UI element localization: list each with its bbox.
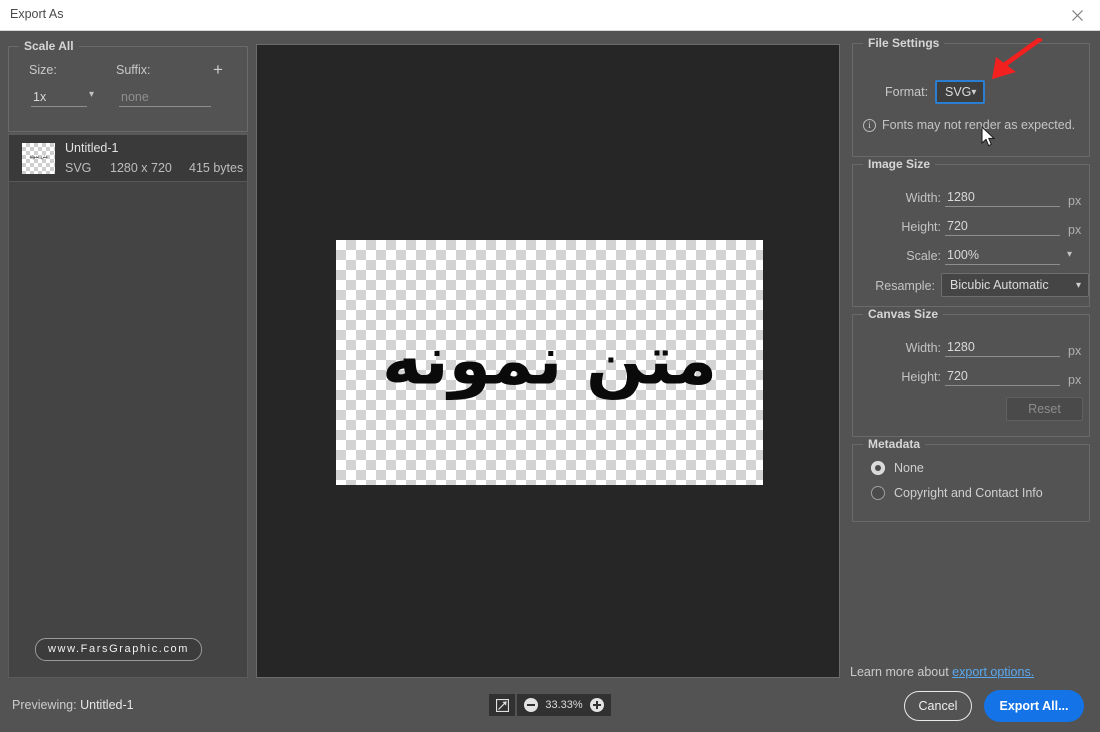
image-scale-label: Scale: bbox=[906, 249, 941, 263]
format-value: SVG bbox=[945, 85, 972, 99]
image-width-label: Width: bbox=[905, 191, 941, 205]
window-title: Export As bbox=[10, 7, 64, 21]
canvas-size-group: Canvas Size Width: px Height: px Reset bbox=[852, 307, 1090, 437]
file-size: 415 bytes bbox=[189, 161, 244, 175]
title-bar: Export As bbox=[0, 0, 1100, 31]
zoom-out-icon[interactable] bbox=[524, 698, 538, 712]
image-width-unit: px bbox=[1068, 194, 1082, 208]
status-bar: Previewing: Untitled-1 bbox=[12, 698, 134, 712]
radio-unselected-icon bbox=[871, 486, 885, 500]
zoom-controls: 33.33% bbox=[489, 694, 611, 716]
scale-suffix-label: Suffix: bbox=[116, 63, 151, 77]
settings-panel: File Settings Format: SVG ▾ i Fonts may … bbox=[852, 36, 1090, 522]
watermark: www.FarsGraphic.com bbox=[35, 638, 203, 661]
resample-label: Resample: bbox=[875, 279, 935, 293]
canvas-width-unit: px bbox=[1068, 344, 1082, 358]
chevron-down-icon: ▾ bbox=[1075, 279, 1081, 291]
scale-all-group: Scale All Size: Suffix: + ▾ bbox=[8, 39, 248, 132]
scale-suffix-input[interactable] bbox=[119, 89, 211, 107]
export-as-dialog: Export As Scale All Size: Suffix: + ▾ bbox=[0, 0, 1100, 732]
radio-selected-icon bbox=[871, 461, 885, 475]
file-dimensions: 1280 x 720 bbox=[110, 161, 172, 175]
image-scale-input[interactable] bbox=[945, 247, 1060, 265]
metadata-group: Metadata None Copyright and Contact Info bbox=[852, 437, 1090, 522]
canvas-height-label: Height: bbox=[901, 370, 941, 384]
add-scale-button[interactable]: + bbox=[209, 60, 227, 78]
canvas-height-input[interactable] bbox=[945, 368, 1060, 386]
list-item[interactable]: متن نمونه Untitled-1 SVG 1280 x 720 415 … bbox=[9, 134, 247, 182]
zoom-level[interactable]: 33.33% bbox=[544, 699, 584, 711]
reset-button[interactable]: Reset bbox=[1006, 397, 1083, 421]
image-height-label: Height: bbox=[901, 220, 941, 234]
metadata-option-none[interactable]: None bbox=[871, 461, 924, 475]
format-dropdown[interactable]: SVG ▾ bbox=[935, 80, 985, 104]
format-label: Format: bbox=[885, 85, 929, 99]
chevron-down-icon: ▾ bbox=[971, 86, 977, 98]
scale-size-label: Size: bbox=[29, 63, 57, 77]
status-prefix: Previewing: bbox=[12, 698, 77, 712]
canvas-height-unit: px bbox=[1068, 373, 1082, 387]
file-format: SVG bbox=[65, 161, 92, 175]
file-settings-legend: File Settings bbox=[868, 36, 940, 50]
preview-canvas[interactable]: متن نمونه bbox=[256, 44, 840, 678]
file-thumbnail: متن نمونه bbox=[22, 143, 55, 174]
chevron-down-icon[interactable]: ▾ bbox=[89, 89, 94, 100]
artboard: متن نمونه bbox=[336, 240, 763, 485]
file-name: Untitled-1 bbox=[65, 141, 119, 155]
dialog-actions: Cancel Export All... bbox=[904, 690, 1084, 722]
image-size-group: Image Size Width: px Height: px Scale: ▾… bbox=[852, 157, 1090, 307]
scale-size-input[interactable] bbox=[31, 89, 87, 107]
learn-more: Learn more about export options. bbox=[850, 665, 1034, 679]
zoom-level-group: 33.33% bbox=[517, 694, 611, 716]
resample-value: Bicubic Automatic bbox=[950, 278, 1049, 292]
file-list[interactable]: متن نمونه Untitled-1 SVG 1280 x 720 415 … bbox=[8, 133, 248, 678]
zoom-in-icon[interactable] bbox=[590, 698, 604, 712]
image-height-unit: px bbox=[1068, 223, 1082, 237]
info-icon: i bbox=[863, 118, 876, 132]
status-file: Untitled-1 bbox=[80, 698, 134, 712]
file-thumbnail-text: متن نمونه bbox=[29, 154, 48, 160]
font-warning: i Fonts may not render as expected. bbox=[863, 118, 1075, 132]
scale-all-legend: Scale All bbox=[24, 39, 74, 53]
canvas-width-label: Width: bbox=[905, 341, 941, 355]
metadata-option-copyright-label: Copyright and Contact Info bbox=[894, 486, 1043, 500]
file-settings-group: File Settings Format: SVG ▾ i Fonts may … bbox=[852, 36, 1090, 157]
image-size-legend: Image Size bbox=[868, 157, 931, 171]
font-warning-text: Fonts may not render as expected. bbox=[882, 118, 1076, 132]
canvas-size-legend: Canvas Size bbox=[868, 307, 939, 321]
chevron-down-icon[interactable]: ▾ bbox=[1067, 249, 1072, 260]
metadata-option-copyright[interactable]: Copyright and Contact Info bbox=[871, 486, 1043, 500]
close-icon[interactable] bbox=[1054, 0, 1100, 30]
metadata-option-none-label: None bbox=[894, 461, 924, 475]
metadata-legend: Metadata bbox=[868, 437, 921, 451]
artboard-text: متن نمونه bbox=[381, 321, 718, 401]
image-width-input[interactable] bbox=[945, 189, 1060, 207]
export-all-button[interactable]: Export All... bbox=[984, 690, 1084, 722]
fit-to-screen-icon[interactable] bbox=[489, 694, 515, 716]
image-height-input[interactable] bbox=[945, 218, 1060, 236]
learn-more-prefix: Learn more about bbox=[850, 665, 949, 679]
scale-all-panel: Scale All Size: Suffix: + ▾ bbox=[8, 39, 248, 132]
export-options-link[interactable]: export options. bbox=[952, 665, 1034, 679]
resample-dropdown[interactable]: Bicubic Automatic ▾ bbox=[941, 273, 1089, 297]
cancel-button[interactable]: Cancel bbox=[904, 691, 972, 721]
canvas-width-input[interactable] bbox=[945, 339, 1060, 357]
